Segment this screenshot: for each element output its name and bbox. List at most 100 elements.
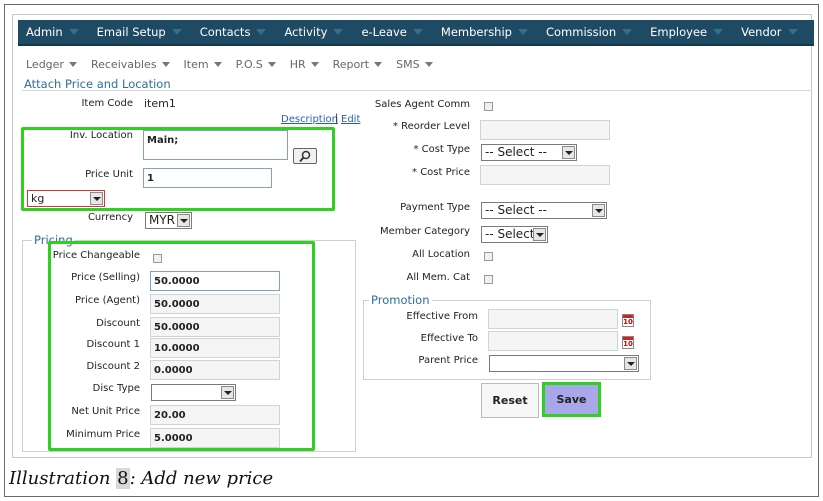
chevron-down-icon xyxy=(624,357,637,370)
section-title: Attach Price and Location xyxy=(24,77,171,91)
submenu-report[interactable]: Report xyxy=(332,57,383,71)
menu-membership[interactable]: Membership xyxy=(433,25,528,39)
calendar-icon[interactable]: 10 xyxy=(622,336,634,349)
all-mem-cat-checkbox[interactable] xyxy=(484,275,493,284)
chevron-down-icon xyxy=(562,146,575,159)
menu-label: Commission xyxy=(545,25,617,39)
submenu-ledger[interactable]: Ledger xyxy=(26,58,77,71)
effective-from-field[interactable] xyxy=(488,309,618,329)
submenu-label: Item xyxy=(183,57,209,71)
menu-label: Vendor xyxy=(741,25,782,39)
menu-e-leave[interactable]: e-Leave xyxy=(353,25,423,39)
chevron-down-icon xyxy=(713,29,724,35)
menu-contacts[interactable]: Contacts xyxy=(192,25,267,39)
chevron-down-icon xyxy=(424,61,433,67)
chevron-down-icon xyxy=(533,228,546,241)
menu-vendor[interactable]: Vendor xyxy=(733,25,798,39)
menu-label: Activity xyxy=(284,25,328,39)
effective-to-label: Effective To xyxy=(420,333,478,344)
menu-label: Email Setup xyxy=(96,25,166,39)
currency-label: Currency xyxy=(87,212,133,223)
menu-activity[interactable]: Activity xyxy=(276,25,344,39)
effective-from-label: Effective From xyxy=(406,311,478,322)
chevron-down-icon xyxy=(517,29,528,35)
caption-prefix: Illustration xyxy=(9,468,117,489)
menu-commission[interactable]: Commission xyxy=(538,25,633,39)
link-separator: | xyxy=(335,113,339,124)
member-category-label: Member Category xyxy=(380,226,470,237)
menu-email-setup[interactable]: Email Setup xyxy=(89,25,182,39)
chevron-down-icon xyxy=(68,29,79,35)
caption-suffix: : Add new price xyxy=(129,468,274,489)
effective-to-field[interactable] xyxy=(488,331,618,351)
menu-label: Contacts xyxy=(199,25,251,39)
highlight-box-pricing xyxy=(48,241,315,451)
cost-type-label: * Cost Type xyxy=(413,144,470,155)
all-location-checkbox[interactable] xyxy=(484,252,493,261)
reorder-level-field[interactable] xyxy=(480,120,610,140)
chevron-down-icon xyxy=(333,29,344,35)
submenu-label: P.O.S xyxy=(235,57,263,71)
currency-select-value: MYR xyxy=(149,213,176,227)
chevron-down-icon xyxy=(374,61,383,67)
calendar-icon[interactable]: 10 xyxy=(622,314,634,327)
chevron-down-icon xyxy=(592,204,605,217)
chevron-down-icon xyxy=(267,61,276,67)
top-menu-bar: Admin Email Setup Contacts Activity e-Le… xyxy=(18,20,814,46)
menu-label: Membership xyxy=(440,25,512,39)
payment-type-label: Payment Type xyxy=(400,202,470,213)
payment-type-select-value: -- Select -- xyxy=(485,203,547,217)
submenu-sms[interactable]: SMS xyxy=(396,57,433,71)
chevron-down-icon xyxy=(177,214,190,227)
menu-admin[interactable]: Admin xyxy=(18,25,79,39)
submenu-hr[interactable]: HR xyxy=(290,58,319,71)
chevron-down-icon xyxy=(213,61,222,67)
cost-type-select-value: -- Select -- xyxy=(485,145,547,159)
cost-price-field[interactable] xyxy=(480,165,610,185)
all-mem-cat-label: All Mem. Cat xyxy=(406,272,471,283)
figure-caption: Illustration 8: Add new price xyxy=(9,468,273,489)
chevron-down-icon xyxy=(412,29,423,35)
sales-agent-comm-label: Sales Agent Comm xyxy=(374,99,470,110)
payment-type-select[interactable]: -- Select -- xyxy=(481,202,607,219)
menu-employee[interactable]: Employee xyxy=(642,25,724,39)
chevron-down-icon xyxy=(256,29,267,35)
submenu-label: SMS xyxy=(396,57,420,71)
highlight-box-location xyxy=(21,127,335,211)
submenu-label: HR xyxy=(289,57,306,71)
sales-agent-comm-checkbox[interactable] xyxy=(484,102,493,111)
submenu-item[interactable]: Item xyxy=(184,58,222,71)
promotion-legend: Promotion xyxy=(369,293,432,307)
edit-link[interactable]: Edit xyxy=(341,114,360,125)
currency-select[interactable]: MYR xyxy=(145,212,192,229)
menu-label: e-Leave xyxy=(361,25,407,39)
item-code-value: item1 xyxy=(144,97,176,110)
submenu-label: Receivables xyxy=(90,57,157,71)
cost-price-label: * Cost Price xyxy=(412,167,470,178)
member-category-select-value: -- Select xyxy=(485,227,535,241)
all-location-label: All Location xyxy=(412,249,470,260)
submenu-label: Report xyxy=(332,57,370,71)
submenu-pos[interactable]: P.O.S xyxy=(236,58,276,71)
description-link[interactable]: Description xyxy=(281,114,338,125)
chevron-down-icon xyxy=(787,29,798,35)
chevron-down-icon xyxy=(161,61,170,67)
parent-price-label: Parent Price xyxy=(418,355,478,366)
sub-menu-bar: Ledger Receivables Item P.O.S HR Report … xyxy=(26,56,447,72)
reset-button[interactable]: Reset xyxy=(481,383,539,418)
menu-label: Employee xyxy=(650,25,708,39)
member-category-select[interactable]: -- Select xyxy=(481,226,548,243)
caption-number: 8 xyxy=(116,468,130,489)
submenu-receivables[interactable]: Receivables xyxy=(91,58,170,71)
chevron-down-icon xyxy=(171,29,182,35)
save-button[interactable]: Save xyxy=(542,382,601,417)
section-divider xyxy=(22,90,812,91)
parent-price-select[interactable] xyxy=(489,355,639,372)
item-code-label: Item Code xyxy=(81,98,133,109)
reorder-level-label: * Reorder Level xyxy=(392,121,470,132)
chevron-down-icon xyxy=(68,61,77,67)
submenu-label: Ledger xyxy=(26,57,64,71)
chevron-down-icon xyxy=(622,29,633,35)
cost-type-select[interactable]: -- Select -- xyxy=(481,144,577,161)
chevron-down-icon xyxy=(310,61,319,67)
